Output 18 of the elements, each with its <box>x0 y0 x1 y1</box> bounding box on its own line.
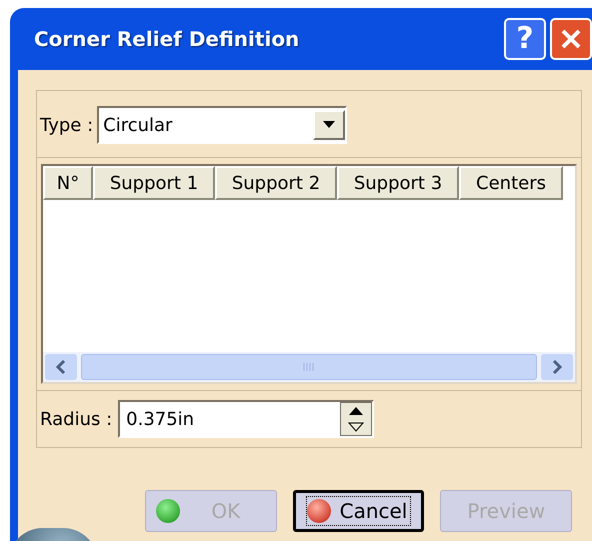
spin-arrows-icon[interactable] <box>340 402 372 436</box>
scroll-left-icon[interactable] <box>45 354 77 380</box>
scroll-right-icon[interactable] <box>541 354 573 380</box>
column-header[interactable]: N° <box>43 166 93 200</box>
column-header[interactable]: Support 3 <box>337 166 459 200</box>
column-header[interactable]: Support 1 <box>93 166 215 200</box>
close-button[interactable] <box>550 18 592 60</box>
window-title: Corner Relief Definition <box>34 26 300 53</box>
horizontal-scrollbar[interactable] <box>43 352 575 382</box>
help-button[interactable]: ? <box>504 18 546 60</box>
type-dropdown[interactable]: Circular <box>97 106 348 144</box>
radius-field[interactable]: 0.375in <box>118 400 374 438</box>
column-header[interactable]: Support 2 <box>215 166 337 200</box>
column-header[interactable]: Centers <box>459 166 563 200</box>
radius-label: Radius : <box>40 408 112 432</box>
close-icon[interactable] <box>560 28 582 50</box>
type-label: Type : <box>40 114 94 138</box>
dialog-button[interactable]: Cancel <box>292 490 424 532</box>
